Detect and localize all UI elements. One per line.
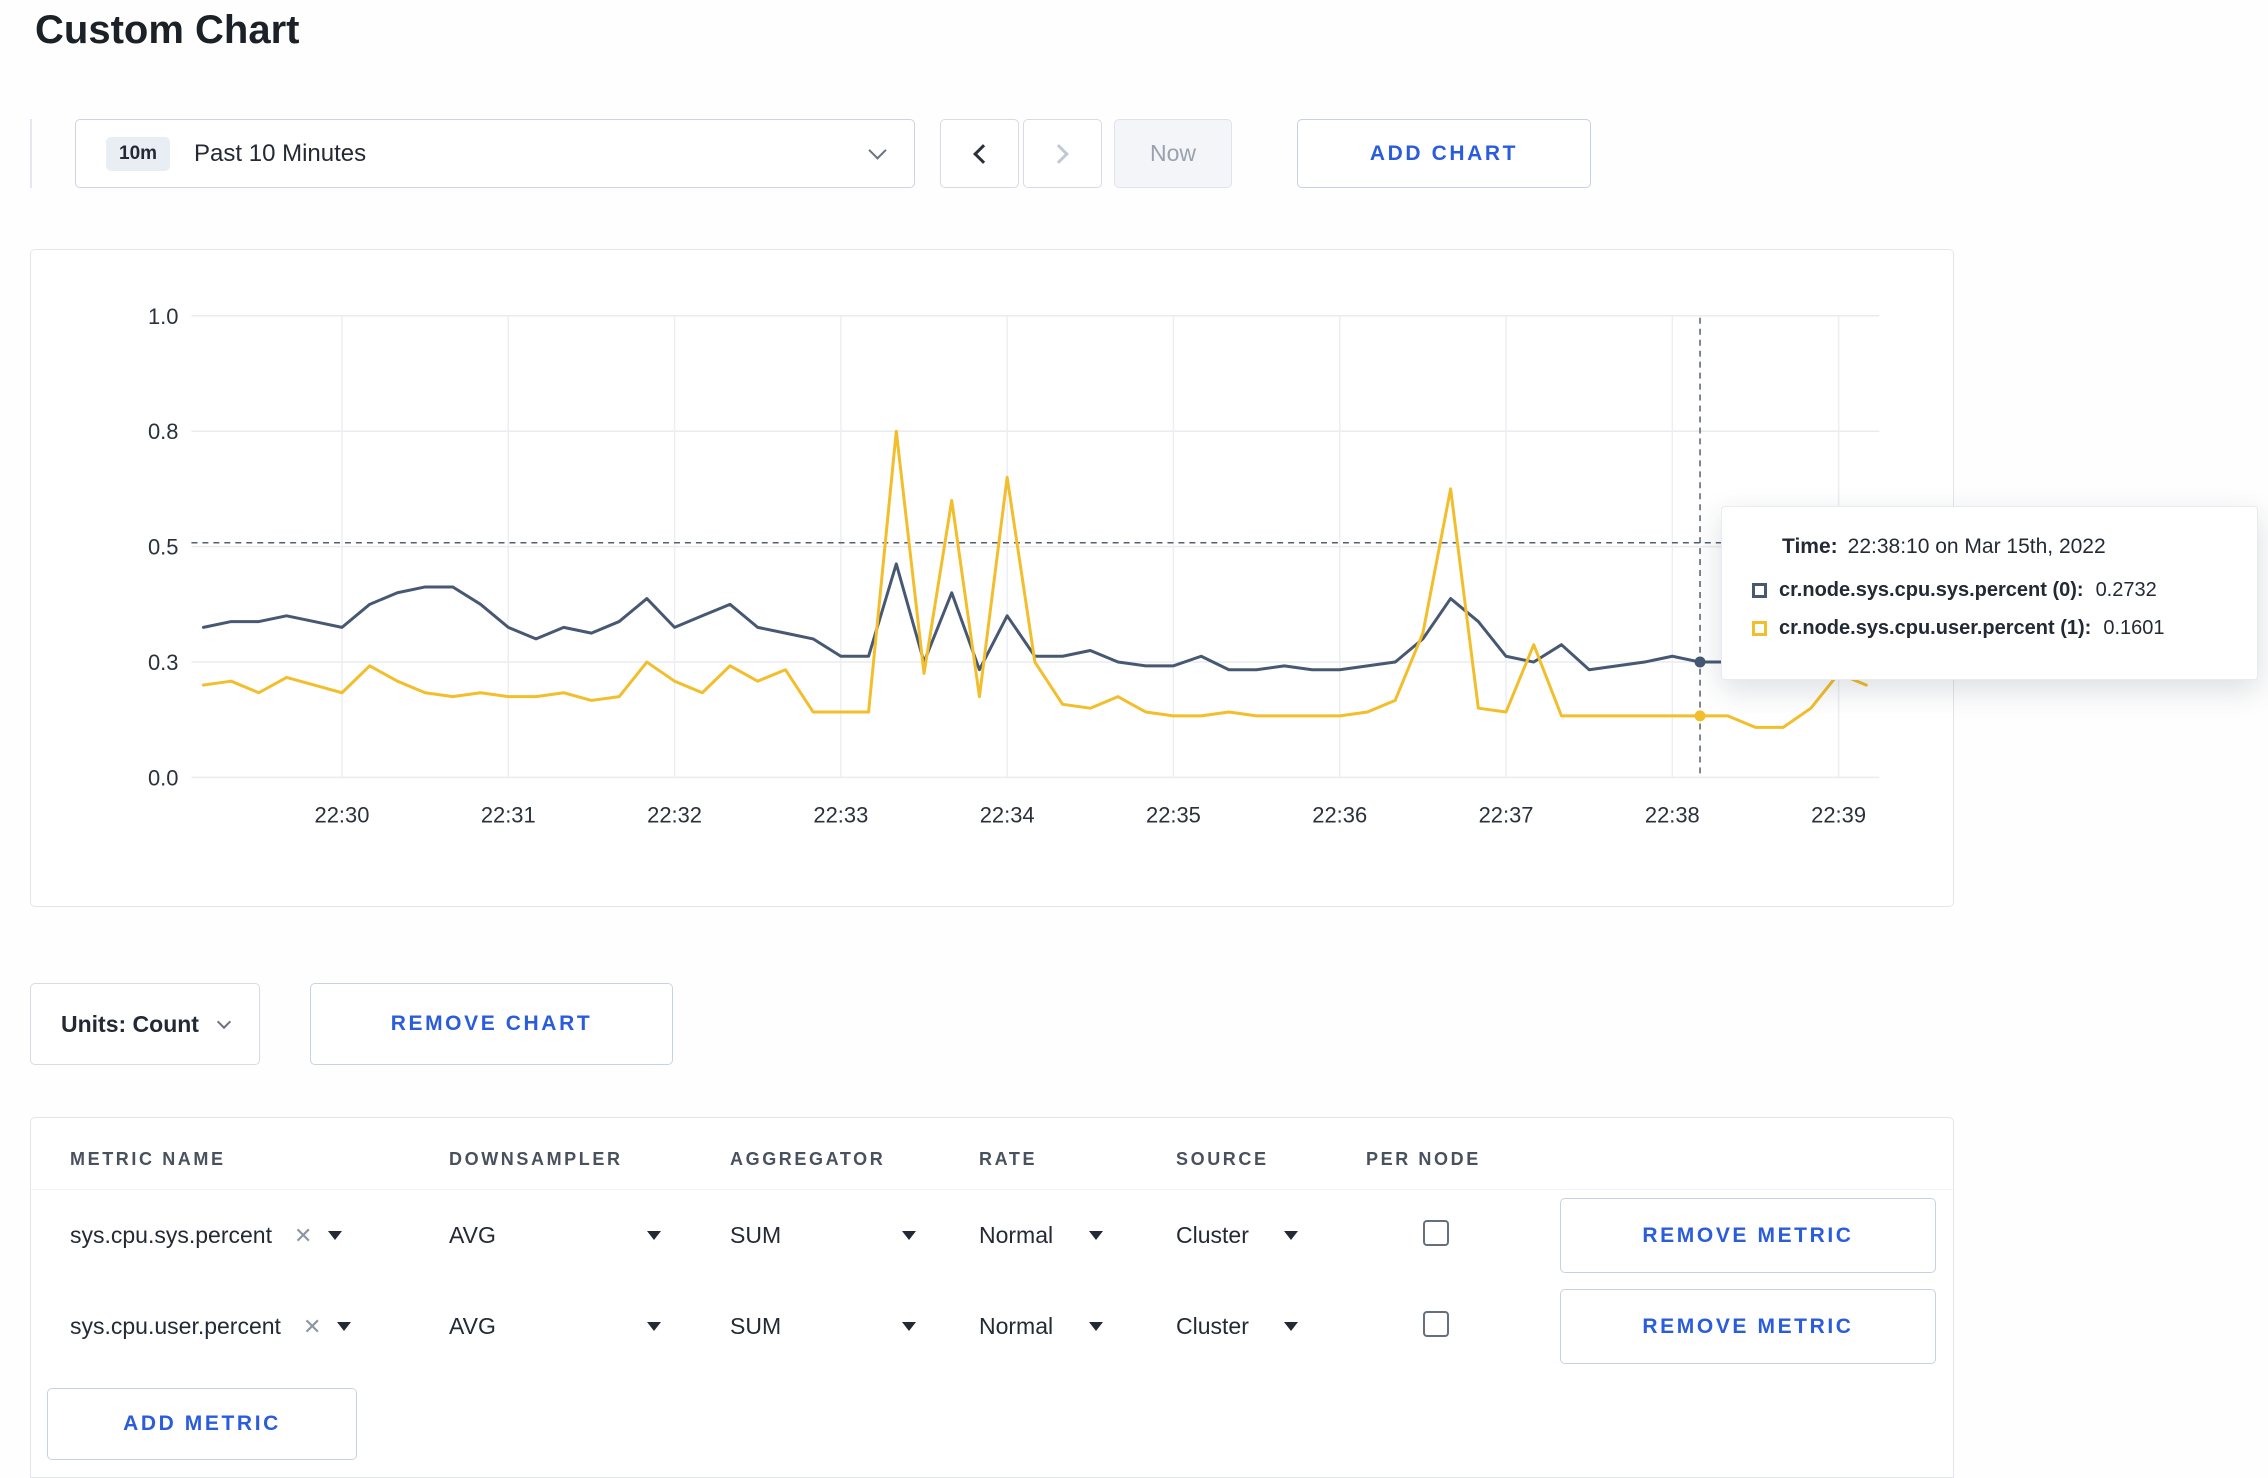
- svg-text:22:36: 22:36: [1312, 802, 1367, 827]
- caret-down-icon: [1284, 1322, 1298, 1331]
- header-aggregator: AGGREGATOR: [730, 1149, 886, 1169]
- metrics-chart[interactable]: 22:30 22:31 22:32 22:33 22:34 22:35 22:36 22:37…: [31, 250, 1953, 906]
- tooltip-time-value: 22:38:10 on Mar 15th, 2022: [1847, 535, 2106, 558]
- metric-row: sys.cpu.user.percent ✕ AVG SUM Normal Cl…: [31, 1281, 1953, 1372]
- time-nav-group: [940, 119, 1102, 188]
- chevron-left-icon: [973, 143, 993, 164]
- page-title: Custom Chart: [35, 8, 300, 52]
- tooltip-series-row: cr.node.sys.cpu.user.percent (1): 0.1601: [1752, 617, 2227, 640]
- clear-metric-x-icon[interactable]: ✕: [303, 1314, 321, 1340]
- svg-text:22:31: 22:31: [481, 802, 536, 827]
- add-metric-button[interactable]: ADD METRIC: [47, 1388, 357, 1460]
- caret-down-icon: [1284, 1231, 1298, 1240]
- aggregator-select[interactable]: SUM: [730, 1313, 916, 1340]
- svg-text:22:30: 22:30: [315, 802, 370, 827]
- per-node-checkbox[interactable]: [1423, 1220, 1449, 1246]
- tooltip-time: Time: 22:38:10 on Mar 15th, 2022: [1782, 535, 2227, 559]
- rate-select[interactable]: Normal: [979, 1313, 1103, 1340]
- aggregator-value: SUM: [730, 1313, 782, 1339]
- metrics-table-header: METRIC NAME DOWNSAMPLER AGGREGATOR RATE …: [31, 1130, 1953, 1190]
- chevron-down-icon: [216, 1014, 232, 1030]
- next-time-button[interactable]: [1023, 119, 1102, 188]
- rate-value: Normal: [979, 1222, 1054, 1248]
- tooltip-series-row: cr.node.sys.cpu.sys.percent (0): 0.2732: [1752, 579, 2227, 602]
- now-button[interactable]: Now: [1114, 119, 1232, 188]
- toolbar-left-divider: [30, 119, 32, 188]
- series-swatch-user-icon: [1752, 621, 1767, 636]
- prev-time-button[interactable]: [940, 119, 1019, 188]
- source-value: Cluster: [1176, 1222, 1249, 1248]
- caret-down-icon: [1089, 1322, 1103, 1331]
- svg-text:22:32: 22:32: [647, 802, 702, 827]
- time-range-dropdown[interactable]: 10m Past 10 Minutes: [75, 119, 915, 188]
- add-chart-button[interactable]: ADD CHART: [1297, 119, 1591, 188]
- caret-down-icon: [1089, 1231, 1103, 1240]
- svg-text:0.8: 0.8: [148, 419, 178, 444]
- units-dropdown[interactable]: Units: Count: [30, 983, 260, 1065]
- rate-select[interactable]: Normal: [979, 1222, 1103, 1249]
- per-node-checkbox[interactable]: [1423, 1311, 1449, 1337]
- remove-metric-button[interactable]: REMOVE METRIC: [1560, 1198, 1936, 1273]
- metrics-table: METRIC NAME DOWNSAMPLER AGGREGATOR RATE …: [30, 1117, 1954, 1478]
- series-swatch-sys-icon: [1752, 583, 1767, 598]
- chevron-down-icon: [868, 141, 887, 160]
- tooltip-time-label: Time:: [1782, 535, 1838, 558]
- caret-down-icon: [647, 1231, 661, 1240]
- svg-text:0.0: 0.0: [148, 765, 178, 790]
- caret-down-icon: [902, 1231, 916, 1240]
- header-per-node: PER NODE: [1366, 1149, 1481, 1169]
- svg-text:22:37: 22:37: [1479, 802, 1534, 827]
- header-source: SOURCE: [1176, 1149, 1269, 1169]
- caret-down-icon: [328, 1231, 343, 1240]
- time-range-label: Past 10 Minutes: [194, 139, 367, 167]
- svg-text:22:39: 22:39: [1811, 802, 1866, 827]
- custom-chart-page: Custom Chart 10m Past 10 Minutes Now ADD…: [0, 0, 2268, 1478]
- clear-metric-x-icon[interactable]: ✕: [294, 1223, 312, 1249]
- aggregator-value: SUM: [730, 1222, 782, 1248]
- header-rate: RATE: [979, 1149, 1038, 1169]
- rate-value: Normal: [979, 1313, 1054, 1339]
- source-select[interactable]: Cluster: [1176, 1313, 1298, 1340]
- tooltip-series-value: 0.1601: [2103, 617, 2165, 639]
- header-downsampler: DOWNSAMPLER: [449, 1149, 623, 1169]
- remove-chart-button[interactable]: REMOVE CHART: [310, 983, 673, 1065]
- remove-metric-button[interactable]: REMOVE METRIC: [1560, 1289, 1936, 1364]
- svg-text:0.5: 0.5: [148, 535, 178, 560]
- time-range-badge: 10m: [106, 136, 171, 171]
- metric-row: sys.cpu.sys.percent ✕ AVG SUM Normal Clu…: [31, 1190, 1953, 1281]
- chart-tooltip: Time: 22:38:10 on Mar 15th, 2022 cr.node.…: [1721, 506, 2258, 680]
- caret-down-icon: [647, 1322, 661, 1331]
- downsampler-value: AVG: [449, 1313, 496, 1339]
- caret-down-icon: [337, 1322, 352, 1331]
- header-metric-name: METRIC NAME: [70, 1149, 226, 1169]
- caret-down-icon: [902, 1322, 916, 1331]
- units-label: Units: Count: [61, 1010, 199, 1037]
- downsampler-select[interactable]: AVG: [449, 1313, 661, 1340]
- aggregator-select[interactable]: SUM: [730, 1222, 916, 1249]
- tooltip-series-name: cr.node.sys.cpu.user.percent (1):: [1779, 617, 2092, 639]
- svg-text:1.0: 1.0: [148, 304, 178, 329]
- downsampler-value: AVG: [449, 1222, 496, 1248]
- source-select[interactable]: Cluster: [1176, 1222, 1298, 1249]
- chart-card: 22:30 22:31 22:32 22:33 22:34 22:35 22:36 22:37…: [30, 249, 1954, 907]
- svg-text:22:35: 22:35: [1146, 802, 1201, 827]
- metric-name: sys.cpu.sys.percent: [70, 1222, 272, 1248]
- tooltip-series-name: cr.node.sys.cpu.sys.percent (0):: [1779, 579, 2084, 601]
- svg-text:22:38: 22:38: [1645, 802, 1700, 827]
- svg-text:22:33: 22:33: [813, 802, 868, 827]
- metric-name-select[interactable]: sys.cpu.sys.percent ✕: [70, 1222, 449, 1249]
- chevron-right-icon: [1049, 143, 1069, 164]
- svg-text:0.3: 0.3: [148, 650, 178, 675]
- downsampler-select[interactable]: AVG: [449, 1222, 661, 1249]
- metric-name-select[interactable]: sys.cpu.user.percent ✕: [70, 1313, 449, 1340]
- metric-name: sys.cpu.user.percent: [70, 1313, 281, 1339]
- source-value: Cluster: [1176, 1313, 1249, 1339]
- svg-text:22:34: 22:34: [980, 802, 1035, 827]
- tooltip-series-value: 0.2732: [2095, 579, 2157, 601]
